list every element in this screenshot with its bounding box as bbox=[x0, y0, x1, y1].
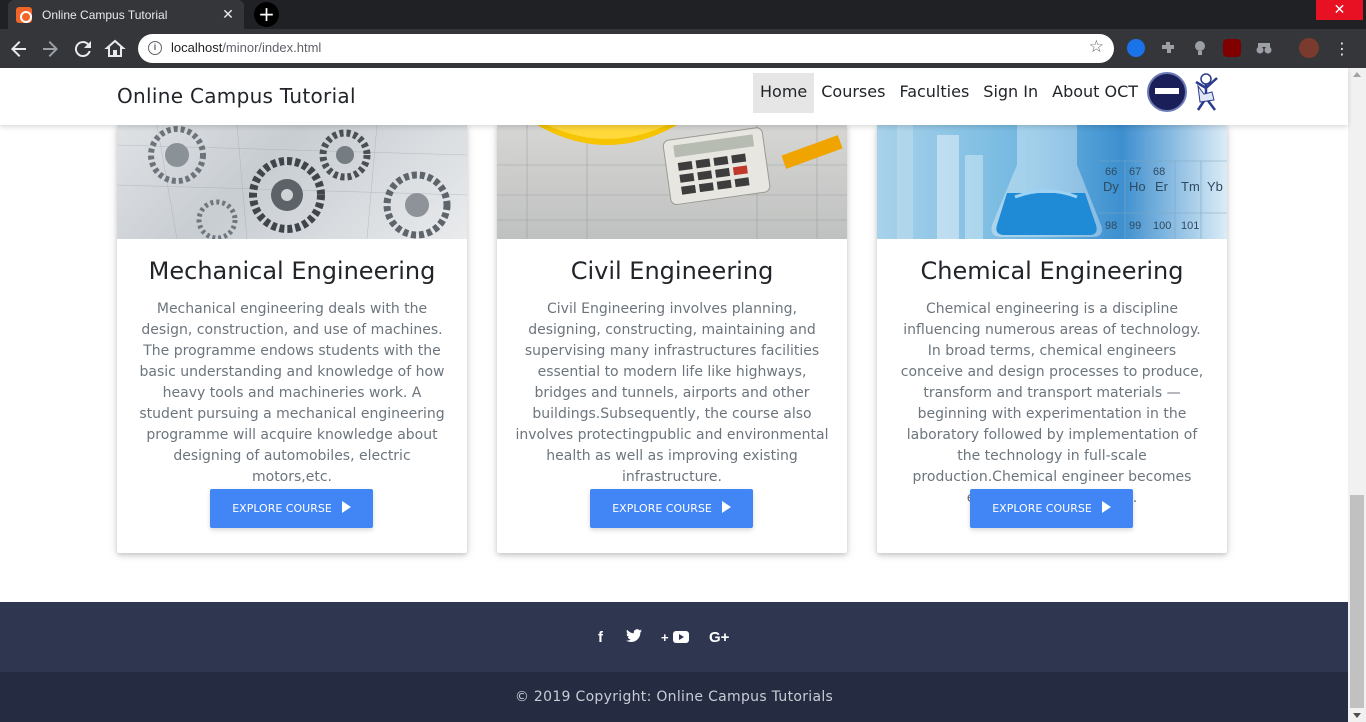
forward-arrow-icon[interactable] bbox=[38, 37, 62, 61]
svg-text:99: 99 bbox=[1129, 220, 1141, 232]
footer-copyright-bar: © 2019 Copyright: Online Campus Tutorial… bbox=[0, 672, 1348, 722]
nav-menu: Home Courses Faculties Sign In About OCT bbox=[753, 73, 1145, 113]
play-icon bbox=[721, 501, 731, 513]
course-description: Civil Engineering involves planning, des… bbox=[515, 301, 829, 485]
svg-text:100: 100 bbox=[1153, 220, 1171, 232]
nav-item-faculties[interactable]: Faculties bbox=[892, 73, 976, 113]
explore-course-button[interactable]: EXPLORE COURSE bbox=[210, 489, 373, 528]
browser-menu-icon[interactable]: ⋮ bbox=[1330, 37, 1354, 61]
browser-tab-strip: Online Campus Tutorial ✕ + ✕ bbox=[0, 0, 1366, 29]
incognito-extension-icon[interactable] bbox=[1255, 39, 1273, 57]
back-arrow-icon[interactable] bbox=[7, 37, 31, 61]
svg-text:101: 101 bbox=[1181, 220, 1199, 232]
scroll-down-arrow-icon[interactable] bbox=[1353, 713, 1361, 718]
copyright-text: © 2019 Copyright: Online Campus Tutorial… bbox=[514, 689, 834, 705]
nav-item-home[interactable]: Home bbox=[753, 73, 815, 113]
twitter-icon[interactable] bbox=[626, 629, 642, 647]
footer-social-bar: f + G+ bbox=[0, 602, 1348, 672]
button-label: EXPLORE COURSE bbox=[232, 502, 332, 515]
facebook-icon[interactable]: f bbox=[598, 629, 603, 646]
site-navbar: Online Campus Tutorial Home Courses Facu… bbox=[0, 68, 1348, 125]
explore-course-button[interactable]: EXPLORE COURSE bbox=[590, 489, 753, 528]
svg-text:Ho: Ho bbox=[1129, 179, 1146, 194]
browser-toolbar: i localhost/minor/index.html ☆ ⋮ bbox=[0, 29, 1366, 68]
close-tab-icon[interactable]: ✕ bbox=[220, 7, 236, 23]
course-title: Civil Engineering bbox=[570, 257, 774, 285]
nav-item-about[interactable]: About OCT bbox=[1045, 73, 1145, 113]
explore-course-button[interactable]: EXPLORE COURSE bbox=[970, 489, 1133, 528]
address-bar[interactable]: i localhost/minor/index.html ☆ bbox=[138, 34, 1114, 63]
svg-text:98: 98 bbox=[1105, 220, 1117, 232]
play-icon bbox=[341, 501, 351, 513]
page-scrollbar[interactable] bbox=[1348, 68, 1366, 722]
google-plus-icon[interactable]: G+ bbox=[709, 629, 729, 646]
bookmark-star-icon[interactable]: ☆ bbox=[1089, 37, 1104, 57]
svg-text:68: 68 bbox=[1153, 166, 1165, 178]
course-description: Mechanical engineering deals with the de… bbox=[139, 301, 445, 485]
tab-title: Online Campus Tutorial bbox=[42, 7, 168, 22]
course-card-civil: Civil Engineering Civil Engineering invo… bbox=[497, 125, 847, 553]
extensions-puzzle-icon[interactable] bbox=[1159, 39, 1177, 57]
site-brand[interactable]: Online Campus Tutorial bbox=[117, 84, 356, 108]
ublock-icon[interactable] bbox=[1223, 39, 1241, 57]
bulb-extension-icon[interactable] bbox=[1191, 39, 1209, 57]
mascot-logo bbox=[1192, 72, 1220, 112]
address-url: localhost/minor/index.html bbox=[171, 40, 322, 55]
button-label: EXPLORE COURSE bbox=[612, 502, 712, 515]
svg-text:66: 66 bbox=[1105, 166, 1117, 178]
scrollbar-thumb[interactable] bbox=[1350, 495, 1364, 708]
site-favicon-icon bbox=[16, 6, 32, 23]
browser-tab[interactable]: Online Campus Tutorial ✕ bbox=[8, 0, 244, 29]
scroll-up-arrow-icon[interactable] bbox=[1353, 72, 1361, 77]
extension-bookmark-icon[interactable] bbox=[1127, 39, 1145, 57]
svg-text:Dy: Dy bbox=[1103, 179, 1119, 194]
svg-text:67: 67 bbox=[1129, 166, 1141, 178]
civil-blueprint-image bbox=[497, 125, 847, 239]
window-close-button[interactable]: ✕ bbox=[1316, 0, 1363, 20]
info-icon[interactable]: i bbox=[148, 41, 162, 55]
youtube-icon[interactable]: + bbox=[661, 629, 689, 646]
course-description: Chemical engineering is a discipline inf… bbox=[900, 301, 1204, 506]
chemical-lab-image: 66 67 68 Dy Ho Er Tm Yb 98 99 100 101 bbox=[877, 125, 1227, 239]
nav-item-courses[interactable]: Courses bbox=[814, 73, 892, 113]
home-icon[interactable] bbox=[103, 37, 127, 61]
profile-avatar[interactable] bbox=[1299, 38, 1319, 58]
svg-text:Yb: Yb bbox=[1207, 179, 1223, 194]
course-card-chemical: 66 67 68 Dy Ho Er Tm Yb 98 99 100 101 Chemical… bbox=[877, 125, 1227, 553]
nav-item-sign-in[interactable]: Sign In bbox=[976, 73, 1045, 113]
mechanical-gears-image bbox=[117, 125, 467, 239]
button-label: EXPLORE COURSE bbox=[992, 502, 1092, 515]
svg-text:Tm: Tm bbox=[1181, 179, 1200, 194]
new-tab-button[interactable]: + bbox=[254, 2, 279, 27]
course-card-mechanical: Mechanical Engineering Mechanical engine… bbox=[117, 125, 467, 553]
page-content: Mechanical Engineering Mechanical engine… bbox=[0, 68, 1348, 602]
reload-icon[interactable] bbox=[71, 37, 95, 61]
course-title: Mechanical Engineering bbox=[148, 257, 436, 285]
course-title: Chemical Engineering bbox=[920, 257, 1184, 285]
svg-text:Er: Er bbox=[1155, 179, 1169, 194]
play-icon bbox=[1101, 501, 1111, 513]
institute-logo bbox=[1147, 72, 1187, 112]
